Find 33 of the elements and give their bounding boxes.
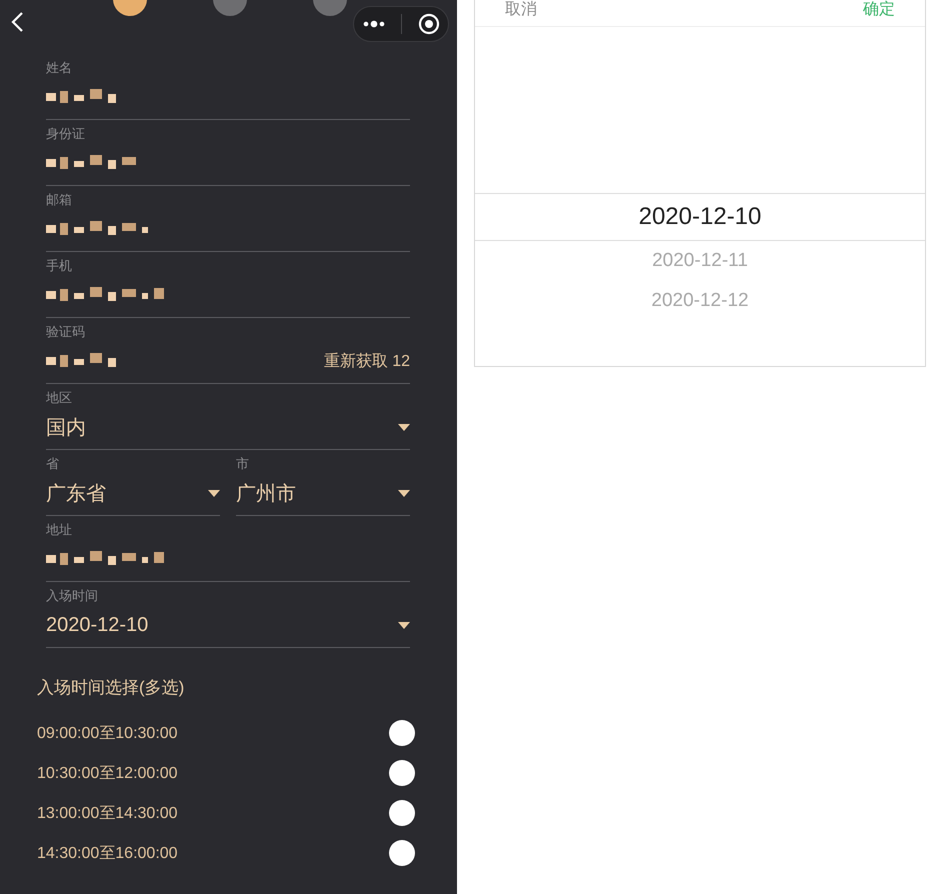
resend-code-button[interactable]: 重新获取 12 [324,351,410,372]
slot-checkbox[interactable] [389,840,415,866]
more-icon[interactable] [362,20,386,28]
dropdown-icon [398,490,410,497]
select-field[interactable]: 2020-12-10 [46,604,410,647]
field-label: 姓名 [46,60,73,76]
field-label: 手机 [46,258,73,274]
time-slot-label: 14:30:00至16:00:00 [37,844,178,864]
field-label: 验证码 [46,324,86,340]
section-title: 入场时间选择(多选) [37,677,186,699]
time-slot-label: 13:00:00至14:30:00 [37,804,178,824]
capsule-menu[interactable] [353,6,449,42]
field-label: 地区 [46,390,73,406]
field-label: 地址 [46,522,73,538]
select-field[interactable]: 国内 [46,406,410,449]
time-slot-label: 09:00:00至10:30:00 [37,724,178,744]
dropdown-icon [398,424,410,431]
slot-checkbox[interactable] [389,720,415,746]
dropdown-icon [208,490,220,497]
slot-checkbox[interactable] [389,760,415,786]
dropdown-icon [398,622,410,629]
select-field[interactable]: 广东省 [46,472,220,515]
field-label: 市 [236,456,250,472]
field-label: 入场时间 [46,588,99,604]
close-icon[interactable] [418,13,440,35]
field-label: 身份证 [46,126,86,142]
select-field[interactable]: 广州市 [236,472,410,515]
date-option[interactable]: 2020-12-10 [475,193,925,241]
slot-checkbox[interactable] [389,800,415,826]
time-slot-label: 10:30:00至12:00:00 [37,764,178,784]
field-label: 邮箱 [46,192,73,208]
back-icon[interactable] [10,11,24,33]
field-label: 省 [46,456,60,472]
